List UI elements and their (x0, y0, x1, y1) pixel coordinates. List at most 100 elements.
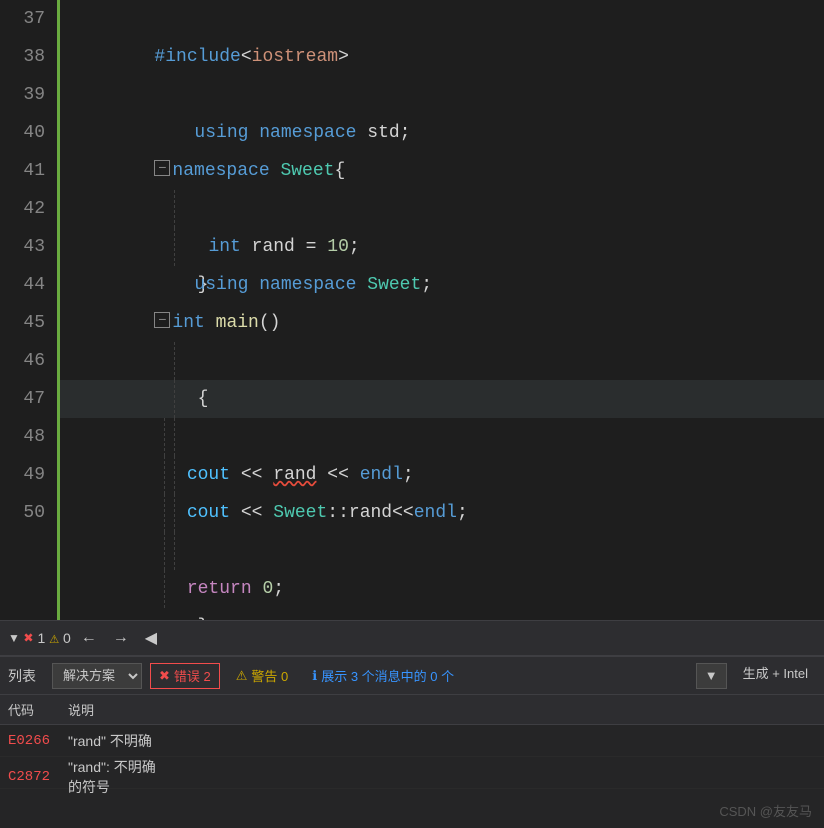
indent-guide-42 (174, 228, 177, 266)
token-using2: using (194, 275, 248, 295)
token-semi41: ; (349, 237, 360, 257)
token-namespace2: namespace (172, 161, 269, 181)
token-rand47: rand (349, 503, 392, 523)
error-list-header: 代码 说明 (0, 695, 824, 725)
table-row[interactable]: C2872 "rand": 不明确的符号 (0, 757, 824, 789)
token-sp1 (248, 123, 259, 143)
token-sp41: rand = (241, 237, 327, 257)
token-num41: 10 (327, 237, 349, 257)
token-op46a: << (230, 465, 273, 485)
line-num-49: 49 (8, 456, 45, 494)
token-op46b: << (316, 465, 359, 485)
info-filter-button[interactable]: ℹ 展示 3 个消息中的 0 个 (304, 663, 462, 689)
token-cout46: cout (187, 465, 230, 485)
token-namespace1: namespace (259, 123, 356, 143)
line-num-37: 37 (8, 0, 45, 38)
build-label: 生成 + Intel (735, 663, 816, 689)
line-numbers: 37 38 39 40 41 42 43 44 45 46 47 48 49 5… (0, 0, 60, 620)
error-code-2: C2872 (8, 769, 68, 785)
errors-filter-button[interactable]: ✖ 错误 2 (150, 663, 220, 689)
line-num-43: 43 (8, 228, 45, 266)
token-return49: return (187, 579, 252, 599)
col-header-desc: 说明 (68, 700, 168, 719)
token-lt: < (241, 47, 252, 67)
indent-g46a (174, 380, 177, 418)
warnings-filter-button[interactable]: ⚠ 警告 0 (228, 663, 297, 689)
error-icon: ✖ (24, 628, 34, 648)
indent-guide-41 (174, 190, 177, 228)
token-sp43a (248, 275, 259, 295)
warnings-filter-label: 警告 0 (251, 666, 288, 685)
indent-guide-45 (174, 342, 177, 380)
nav-collapse-button[interactable]: ◀ (139, 626, 163, 650)
error-count: 1 (38, 630, 46, 646)
token-op47a: << (230, 503, 273, 523)
token-sp43b (356, 275, 367, 295)
filter-options-icon: ▼ (705, 668, 718, 683)
warn-filter-icon: ⚠ (236, 668, 248, 684)
solution-dropdown[interactable]: 解决方案 (52, 663, 142, 689)
indent-g48a (174, 456, 177, 494)
token-sweet43: Sweet (367, 275, 421, 295)
line-num-39: 39 (8, 76, 45, 114)
line-num-42: 42 (8, 190, 45, 228)
line-num-44: 44 (8, 266, 45, 304)
error-list-toolbar: 列表 解决方案 ✖ 错误 2 ⚠ 警告 0 ℹ 展示 3 个消息中的 0 个 ▼… (0, 657, 824, 695)
code-line-37[interactable]: #include<iostream> (60, 0, 824, 38)
line-num-50: 50 (8, 494, 45, 532)
line-num-41: 41 (8, 152, 45, 190)
token-sp2: std; (356, 123, 410, 143)
token-int41: int (208, 237, 240, 257)
token-brace50: } (154, 617, 208, 620)
indent-g49a (174, 494, 177, 532)
bottom-nav-bar: ▼ ✖ 1 ⚠ 0 ← → ◀ (0, 620, 824, 656)
warning-icon: ⚠ (49, 628, 59, 648)
line-num-45: 45 (8, 304, 45, 342)
dropdown-arrow[interactable]: ▼ (8, 631, 20, 645)
col-header-code: 代码 (8, 700, 68, 719)
token-semi49: ; (273, 579, 284, 599)
token-scope47: :: (327, 503, 349, 523)
token-sp3 (270, 161, 281, 181)
code-line-39[interactable]: using namespace std; (60, 76, 824, 114)
fold-icon-40[interactable]: − (154, 160, 170, 176)
nav-back-button[interactable]: ← (75, 627, 103, 649)
token-sp44 (205, 313, 216, 333)
token-zero49: 0 (262, 579, 273, 599)
info-filter-icon: ℹ (312, 668, 317, 684)
fold-icon-44[interactable]: − (154, 312, 170, 328)
token-semi47: ; (457, 503, 468, 523)
token-brace1: { (334, 161, 345, 181)
token-iostream: iostream (252, 47, 338, 67)
error-code-1: E0266 (8, 733, 68, 749)
token-gt: > (338, 47, 349, 67)
table-row[interactable]: E0266 "rand" 不明确 (0, 725, 824, 757)
token-paren44: () (259, 313, 281, 333)
indent-g47a (174, 418, 177, 456)
token-sweet1: Sweet (280, 161, 334, 181)
csdn-watermark: CSDN @友友马 (719, 801, 812, 820)
errors-filter-label: 错误 2 (174, 666, 211, 685)
error-rows: E0266 "rand" 不明确 C2872 "rand": 不明确的符号 (0, 725, 824, 828)
editor-container: 37 38 39 40 41 42 43 44 45 46 47 48 49 5… (0, 0, 824, 828)
token-main44: main (216, 313, 259, 333)
code-content[interactable]: #include<iostream> using namespace std; … (60, 0, 824, 620)
token-sp49b (252, 579, 263, 599)
token-cout47: cout (187, 503, 230, 523)
error-filter-icon: ✖ (159, 668, 170, 684)
indent-g50b (164, 570, 167, 608)
error-desc-1: "rand" 不明确 (68, 731, 168, 751)
nav-forward-button[interactable]: → (107, 627, 135, 649)
error-list-title: 列表 (8, 666, 36, 686)
editor-area[interactable]: 37 38 39 40 41 42 43 44 45 46 47 48 49 5… (0, 0, 824, 620)
indent-g50a (174, 532, 177, 570)
line-num-47: 47 (8, 380, 45, 418)
token-endl46: endl (360, 465, 403, 485)
warning-count: 0 (63, 630, 71, 646)
token-int44: int (172, 313, 204, 333)
line-num-46: 46 (8, 342, 45, 380)
filter-options-button[interactable]: ▼ (696, 663, 727, 689)
info-filter-label: 展示 3 个消息中的 0 个 (321, 666, 454, 685)
token-sweet47: Sweet (273, 503, 327, 523)
token-include: #include (154, 47, 240, 67)
